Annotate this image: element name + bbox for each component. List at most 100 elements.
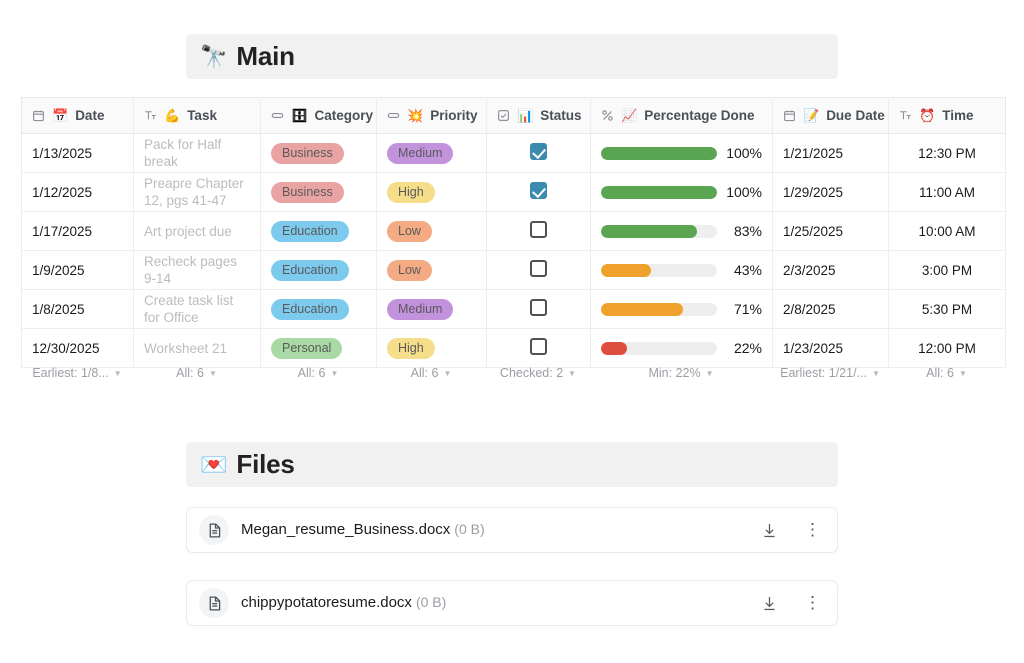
table-row[interactable]: 1/12/2025Preapre Chapter 12, pgs 41-47Bu…	[22, 173, 1006, 212]
cell-percentage-done[interactable]: 100%	[591, 173, 773, 212]
cell-date[interactable]: 1/17/2025	[22, 212, 134, 251]
chevron-down-icon: ▼	[330, 369, 338, 378]
cell-time[interactable]: 3:00 PM	[889, 251, 1006, 290]
file-name: chippypotatoresume.docx	[241, 594, 412, 611]
table-row[interactable]: 1/17/2025Art project dueEducationLow83%1…	[22, 212, 1006, 251]
column-label: Task	[187, 108, 217, 123]
cell-category[interactable]: Business	[261, 134, 377, 173]
cell-task[interactable]: Art project due	[134, 212, 261, 251]
text-type-icon	[899, 109, 912, 122]
summary-cell[interactable]: Earliest: 1/21/...▼	[772, 357, 888, 389]
more-options-icon[interactable]: ⋮	[804, 597, 821, 609]
table-row[interactable]: 1/13/2025Pack for Half breakBusiness Medi…	[22, 134, 1006, 173]
download-icon[interactable]	[761, 595, 778, 612]
calendar-icon	[783, 109, 796, 122]
priority-badge: High	[387, 338, 435, 359]
cell-category[interactable]: Education	[261, 251, 377, 290]
alarm-clock-emoji: ⏰	[919, 109, 935, 122]
priority-badge: Medium	[387, 143, 453, 164]
files-section-banner[interactable]: 💌 Files	[186, 442, 838, 487]
column-label: Time	[942, 108, 973, 123]
column-header-date[interactable]: 📅 Date	[22, 98, 134, 134]
progress-label: 100%	[726, 184, 762, 200]
status-checkbox[interactable]	[530, 299, 547, 316]
progress-bar-track	[601, 186, 717, 199]
cell-category[interactable]: Business	[261, 173, 377, 212]
love-letter-emoji: 💌	[200, 454, 227, 476]
cell-status[interactable]	[487, 251, 591, 290]
cell-status[interactable]	[487, 134, 591, 173]
status-checkbox[interactable]	[530, 143, 547, 160]
cell-time[interactable]: 10:00 AM	[889, 212, 1006, 251]
cell-category[interactable]: Education	[261, 212, 377, 251]
status-checkbox[interactable]	[530, 182, 547, 199]
cell-date[interactable]: 1/13/2025	[22, 134, 134, 173]
cell-percentage-done[interactable]: 83%	[591, 212, 773, 251]
cell-time[interactable]: 11:00 AM	[889, 173, 1006, 212]
summary-cell[interactable]: Earliest: 1/8... ▼	[21, 357, 133, 389]
main-section-banner[interactable]: 🔭 Main	[186, 34, 838, 79]
cell-date[interactable]: 1/8/2025	[22, 290, 134, 329]
download-icon[interactable]	[761, 522, 778, 539]
cell-percentage-done[interactable]: 100%	[591, 134, 773, 173]
cell-due-date[interactable]: 1/21/2025	[773, 134, 889, 173]
summary-cell[interactable]: All: 6▼	[133, 357, 260, 389]
priority-badge: Medium	[387, 299, 453, 320]
cell-due-date[interactable]: 2/3/2025	[773, 251, 889, 290]
cell-time[interactable]: 5:30 PM	[889, 290, 1006, 329]
cell-task[interactable]: Preapre Chapter 12, pgs 41-47	[134, 173, 261, 212]
file-list-item[interactable]: chippypotatoresume.docx(0 B)⋮	[186, 580, 838, 626]
chevron-down-icon: ▼	[114, 369, 122, 378]
column-header-category[interactable]: 🗄 Category	[261, 98, 377, 134]
column-header-status[interactable]: 📊 Status	[487, 98, 591, 134]
status-checkbox[interactable]	[530, 260, 547, 277]
column-header-priority[interactable]: 💥 Priority	[377, 98, 487, 134]
more-options-icon[interactable]: ⋮	[804, 524, 821, 536]
column-label: Priority	[430, 108, 477, 123]
column-header-time[interactable]: ⏰ Time	[889, 98, 1006, 134]
cell-priority[interactable]: Medium	[377, 134, 487, 173]
cell-percentage-done[interactable]: 43%	[591, 251, 773, 290]
cell-priority[interactable]: Low	[377, 212, 487, 251]
pill-select-icon	[387, 109, 400, 122]
table-row[interactable]: 1/8/2025Create task list for OfficeEduca…	[22, 290, 1006, 329]
summary-cell[interactable]: All: 6▼	[376, 357, 486, 389]
status-checkbox[interactable]	[530, 221, 547, 238]
status-checkbox[interactable]	[530, 338, 547, 355]
cell-priority[interactable]: High	[377, 173, 487, 212]
cell-date[interactable]: 1/12/2025	[22, 173, 134, 212]
column-label: Due Date	[826, 108, 885, 123]
cell-status[interactable]	[487, 173, 591, 212]
summary-cell[interactable]: All: 6▼	[888, 357, 1005, 389]
cell-category[interactable]: Education	[261, 290, 377, 329]
table-row[interactable]: 1/9/2025Recheck pages 9-14EducationLow 43…	[22, 251, 1006, 290]
cell-due-date[interactable]: 1/25/2025	[773, 212, 889, 251]
cell-task[interactable]: Create task list for Office	[134, 290, 261, 329]
cell-due-date[interactable]: 1/29/2025	[773, 173, 889, 212]
summary-cell[interactable]: Min: 22%▼	[590, 357, 772, 389]
cell-due-date[interactable]: 2/8/2025	[773, 290, 889, 329]
cell-time[interactable]: 12:30 PM	[889, 134, 1006, 173]
cell-task[interactable]: Recheck pages 9-14	[134, 251, 261, 290]
cell-task[interactable]: Pack for Half break	[134, 134, 261, 173]
cell-percentage-done[interactable]: 71%	[591, 290, 773, 329]
progress-bar-track	[601, 225, 717, 238]
file-list-item[interactable]: Megan_resume_Business.docx(0 B)⋮	[186, 507, 838, 553]
column-header-task[interactable]: 💪 Task	[134, 98, 261, 134]
pill-select-icon	[271, 109, 284, 122]
category-badge: Personal	[271, 338, 342, 359]
memo-emoji: 📝	[803, 109, 819, 122]
cell-status[interactable]	[487, 212, 591, 251]
cell-priority[interactable]: Low	[377, 251, 487, 290]
summary-label: Earliest: 1/8...	[32, 366, 108, 380]
priority-badge: Low	[387, 221, 432, 242]
column-header-percentage-done[interactable]: 📈 Percentage Done	[591, 98, 773, 134]
progress-bar-fill	[601, 186, 717, 199]
summary-cell[interactable]: All: 6▼	[260, 357, 376, 389]
cell-date[interactable]: 1/9/2025	[22, 251, 134, 290]
progress-bar-track	[601, 147, 717, 160]
summary-cell[interactable]: Checked: 2▼	[486, 357, 590, 389]
column-header-due-date[interactable]: 📝 Due Date	[773, 98, 889, 134]
cell-priority[interactable]: Medium	[377, 290, 487, 329]
cell-status[interactable]	[487, 290, 591, 329]
